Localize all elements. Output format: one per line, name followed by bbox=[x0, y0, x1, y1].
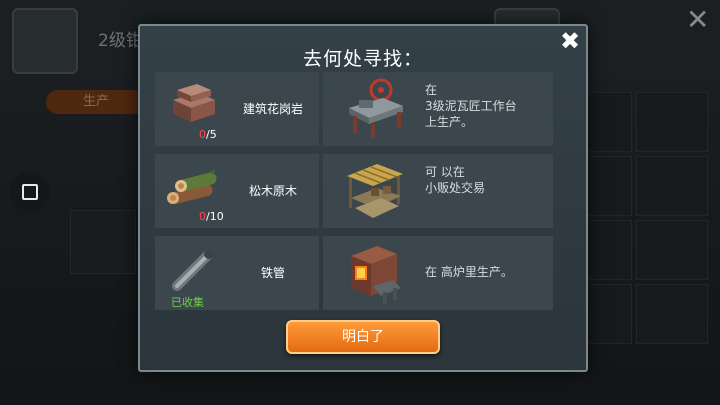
need-count: /10 bbox=[206, 210, 224, 223]
resource-row: 松木原木 0/10 可 以在 小贩处交易 bbox=[155, 154, 553, 228]
need-count: /5 bbox=[206, 128, 217, 141]
item-cell: 已收集 铁管 bbox=[155, 236, 319, 310]
source-cell: 在 高炉里生产。 bbox=[323, 236, 553, 310]
item-count: 0/10 bbox=[199, 210, 224, 223]
trader-stall-icon bbox=[347, 164, 403, 218]
iron-pipe-icon bbox=[172, 249, 214, 291]
pine-log-icon bbox=[167, 169, 217, 204]
source-text: 可 以在 小贩处交易 bbox=[425, 165, 486, 195]
collected-status: 已收集 bbox=[171, 296, 204, 309]
item-cell: 建筑花岗岩 0/5 bbox=[155, 72, 319, 146]
have-count: 0 bbox=[199, 210, 206, 223]
side-square-button[interactable] bbox=[10, 172, 50, 212]
close-icon[interactable]: ✖ bbox=[560, 29, 580, 53]
item-count: 0/5 bbox=[199, 128, 217, 141]
source-text: 在 3级泥瓦匠工作台 上生产。 bbox=[425, 83, 517, 129]
item-name: 建筑花岗岩 bbox=[242, 102, 303, 116]
source-cell: 可 以在 小贩处交易 bbox=[323, 154, 553, 228]
source-cell: 在 3级泥瓦匠工作台 上生产。 bbox=[323, 72, 553, 146]
granite-block-icon bbox=[173, 84, 215, 122]
item-name: 松木原木 bbox=[248, 184, 297, 198]
resource-row: 建筑花岗岩 0/5 在 3级泥瓦匠工作台 上生产。 bbox=[155, 72, 553, 146]
resource-row: 已收集 铁管 在 高炉里生产。 bbox=[155, 236, 553, 310]
square-icon bbox=[22, 184, 38, 200]
item-cell: 松木原木 0/10 bbox=[155, 154, 319, 228]
where-to-find-dialog: 去何处寻找： ✖ 建筑花岗岩 0/5 在 3级泥瓦匠工作台 上生产。 松木原木 … bbox=[138, 24, 588, 372]
source-text: 在 高炉里生产。 bbox=[425, 265, 513, 279]
item-name: 铁管 bbox=[260, 266, 285, 280]
blast-furnace-icon bbox=[351, 246, 401, 304]
dialog-title: 去何处寻找： bbox=[302, 48, 423, 70]
have-count: 0 bbox=[199, 128, 206, 141]
confirm-button[interactable]: 明白了 bbox=[286, 320, 440, 354]
mason-workbench-icon bbox=[349, 78, 403, 138]
